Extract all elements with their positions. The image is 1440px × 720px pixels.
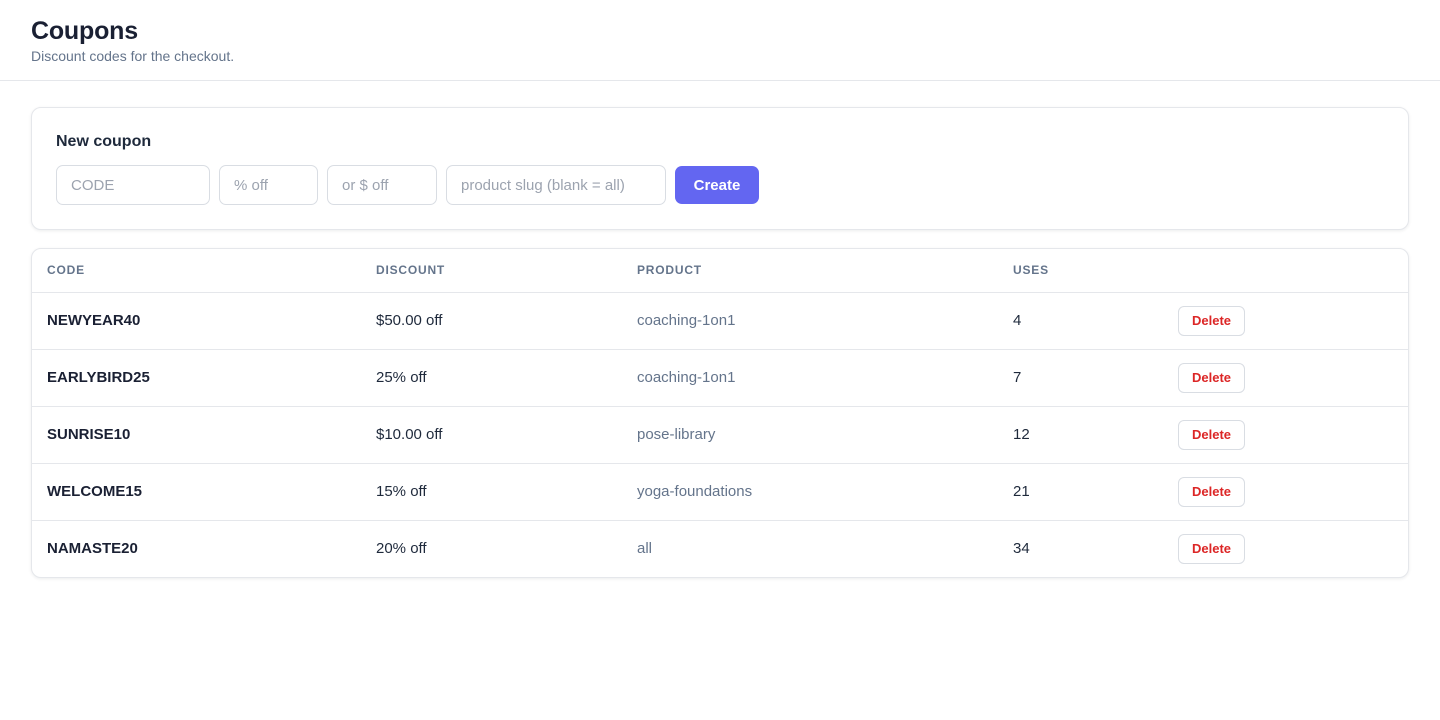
create-button[interactable]: Create xyxy=(675,166,759,204)
product-slug-input[interactable] xyxy=(446,165,666,205)
new-coupon-title: New coupon xyxy=(56,133,152,150)
coupon-product: coaching-1on1 xyxy=(622,292,998,350)
new-coupon-form: Create xyxy=(56,165,1384,205)
coupons-table-card: CODE DISCOUNT PRODUCT USES NEWYEAR40 $50… xyxy=(31,248,1409,578)
coupons-table: CODE DISCOUNT PRODUCT USES NEWYEAR40 $50… xyxy=(32,249,1408,577)
coupon-code: SUNRISE10 xyxy=(32,406,361,464)
coupon-uses: 4 xyxy=(998,292,1163,350)
delete-button[interactable]: Delete xyxy=(1178,362,1245,393)
delete-button[interactable]: Delete xyxy=(1178,533,1245,564)
delete-button[interactable]: Delete xyxy=(1178,305,1245,336)
coupon-discount: 25% off xyxy=(361,349,622,407)
percent-off-input[interactable] xyxy=(219,165,318,205)
table-header-row: CODE DISCOUNT PRODUCT USES xyxy=(32,249,1408,293)
coupon-code: WELCOME15 xyxy=(32,463,361,521)
coupon-uses: 12 xyxy=(998,406,1163,464)
table-row: EARLYBIRD25 25% off coaching-1on1 7 Dele… xyxy=(32,349,1408,407)
column-header-product: PRODUCT xyxy=(622,249,998,293)
amount-off-input[interactable] xyxy=(327,165,437,205)
coupon-uses: 7 xyxy=(998,349,1163,407)
coupon-product: coaching-1on1 xyxy=(622,349,998,407)
coupon-discount: $50.00 off xyxy=(361,292,622,350)
page-header: Coupons Discount codes for the checkout. xyxy=(0,0,1440,81)
column-header-discount: DISCOUNT xyxy=(361,249,622,293)
coupon-actions: Delete xyxy=(1163,463,1408,521)
page-title: Coupons xyxy=(31,17,138,45)
main-content: New coupon Create CODE DISCOUNT PRODUCT … xyxy=(0,81,1440,578)
delete-button[interactable]: Delete xyxy=(1178,476,1245,507)
column-header-actions xyxy=(1163,249,1408,293)
coupon-actions: Delete xyxy=(1163,406,1408,464)
table-row: WELCOME15 15% off yoga-foundations 21 De… xyxy=(32,463,1408,521)
coupon-product: all xyxy=(637,540,653,558)
coupon-uses: 34 xyxy=(1013,540,1030,558)
coupon-actions: Delete xyxy=(1163,349,1408,407)
table-row: NAMASTE20 20% off all 34 Delete xyxy=(32,520,1408,577)
coupon-uses: 21 xyxy=(998,463,1163,521)
column-header-code: CODE xyxy=(32,249,361,293)
table-row: SUNRISE10 $10.00 off pose-library 12 Del… xyxy=(32,406,1408,464)
new-coupon-card: New coupon Create xyxy=(31,107,1409,230)
coupon-code: NAMASTE20 xyxy=(47,540,138,558)
coupon-product: pose-library xyxy=(622,406,998,464)
coupon-discount: $10.00 off xyxy=(361,406,622,464)
coupon-actions: Delete xyxy=(1163,292,1408,350)
coupon-actions: Delete xyxy=(1163,520,1408,577)
coupon-discount: 20% off xyxy=(376,540,427,558)
delete-button[interactable]: Delete xyxy=(1178,419,1245,450)
coupon-code: EARLYBIRD25 xyxy=(32,349,361,407)
coupon-code: NEWYEAR40 xyxy=(32,292,361,350)
table-row: NEWYEAR40 $50.00 off coaching-1on1 4 Del… xyxy=(32,292,1408,350)
code-input[interactable] xyxy=(56,165,210,205)
coupon-product: yoga-foundations xyxy=(622,463,998,521)
column-header-uses: USES xyxy=(998,249,1163,293)
coupon-discount: 15% off xyxy=(361,463,622,521)
page-subtitle: Discount codes for the checkout. xyxy=(31,48,235,64)
